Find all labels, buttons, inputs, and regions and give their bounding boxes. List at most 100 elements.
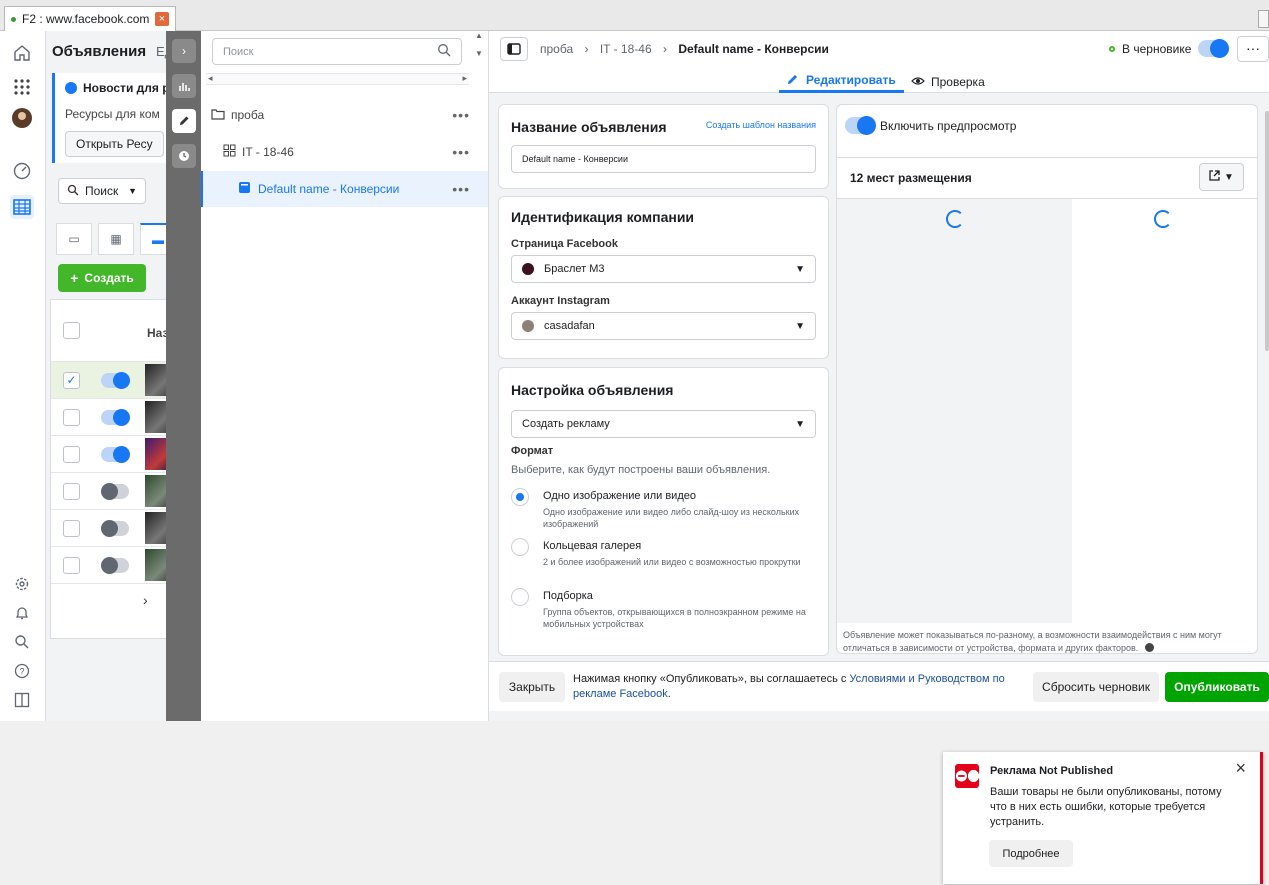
scroll-left-icon[interactable]: ◂ bbox=[208, 73, 213, 84]
left-rail: ? bbox=[0, 31, 46, 721]
open-resources-button[interactable]: Открыть Ресу bbox=[65, 131, 164, 157]
more-icon[interactable]: ••• bbox=[452, 144, 470, 160]
home-icon[interactable] bbox=[10, 41, 34, 65]
chevron-down-icon: ▼ bbox=[795, 263, 805, 275]
breadcrumb-adset[interactable]: IT - 18-46 bbox=[600, 42, 652, 56]
select-all-checkbox[interactable] bbox=[63, 322, 80, 339]
eye-icon bbox=[911, 75, 925, 89]
format-radio-single[interactable] bbox=[511, 488, 529, 506]
ad-thumbnail bbox=[145, 549, 166, 581]
breadcrumb-separator: › bbox=[584, 42, 589, 56]
row-toggle[interactable] bbox=[101, 520, 129, 537]
chart-icon[interactable] bbox=[172, 74, 196, 98]
tab-edit[interactable]: Редактировать bbox=[779, 70, 904, 93]
more-options-button[interactable]: ··· bbox=[1237, 36, 1269, 62]
external-link-icon bbox=[1209, 170, 1220, 184]
breadcrumb-campaign[interactable]: проба bbox=[540, 42, 573, 56]
editor-scrollbar[interactable] bbox=[1265, 111, 1269, 351]
tree-node-adset[interactable]: IT - 18-46 ••• bbox=[201, 134, 488, 170]
tab-adsets[interactable]: ▦ bbox=[98, 223, 134, 255]
close-icon[interactable]: × bbox=[1235, 758, 1246, 779]
table-row[interactable] bbox=[51, 399, 166, 436]
ad-setup-card: Настройка объявления Создать рекламу ▼ Ф… bbox=[498, 367, 829, 656]
row-checkbox[interactable] bbox=[63, 409, 80, 426]
row-checkbox[interactable] bbox=[63, 446, 80, 463]
collapse-icon[interactable]: › bbox=[172, 39, 196, 63]
open-preview-button[interactable]: ▼ bbox=[1199, 163, 1244, 191]
instagram-avatar bbox=[522, 320, 534, 332]
format-radio-carousel[interactable] bbox=[511, 538, 529, 556]
format-option-title[interactable]: Одно изображение или видео bbox=[543, 490, 696, 502]
facebook-page-select[interactable]: Браслет М3 ▼ bbox=[511, 255, 816, 283]
row-toggle[interactable] bbox=[101, 483, 129, 500]
more-icon[interactable]: ••• bbox=[452, 181, 470, 197]
row-checkbox[interactable]: ✓ bbox=[63, 372, 80, 389]
more-icon[interactable]: ••• bbox=[452, 107, 470, 123]
table-row[interactable] bbox=[51, 547, 166, 584]
search-icon[interactable] bbox=[10, 630, 34, 654]
folder-icon bbox=[211, 108, 225, 123]
instagram-account-value: casadafan bbox=[544, 320, 595, 332]
plus-icon: + bbox=[70, 270, 79, 286]
search-icon bbox=[437, 43, 451, 60]
sidebar-icon[interactable] bbox=[10, 688, 34, 712]
row-checkbox[interactable] bbox=[63, 483, 80, 500]
table-row[interactable] bbox=[51, 436, 166, 473]
row-toggle[interactable] bbox=[101, 372, 130, 389]
tree-node-ad[interactable]: Default name - Конверсии ••• bbox=[201, 171, 488, 207]
ad-status-toggle[interactable] bbox=[1198, 39, 1229, 58]
preview-toggle[interactable] bbox=[845, 116, 876, 135]
close-tab-icon[interactable]: × bbox=[155, 12, 169, 26]
learn-more-button[interactable]: Подробнее bbox=[989, 840, 1073, 867]
ads-table: Назв ✓ bbox=[50, 299, 166, 639]
table-row[interactable] bbox=[51, 473, 166, 510]
ad-setup-select[interactable]: Создать рекламу ▼ bbox=[511, 410, 816, 438]
info-icon[interactable] bbox=[1144, 643, 1154, 652]
tab-edit-label: Редактировать bbox=[806, 73, 896, 87]
tree-search-input[interactable]: Поиск bbox=[212, 38, 462, 65]
format-radio-collection[interactable] bbox=[511, 588, 529, 606]
tab-review[interactable]: Проверка bbox=[911, 70, 985, 93]
toggle-panel-button[interactable] bbox=[500, 37, 528, 61]
scroll-right-icon[interactable]: ▸ bbox=[462, 73, 467, 84]
browser-tab[interactable]: F2 : www.facebook.com × bbox=[4, 6, 176, 31]
dashboard-icon[interactable] bbox=[10, 159, 34, 183]
format-option-title[interactable]: Кольцевая галерея bbox=[543, 540, 641, 552]
row-checkbox[interactable] bbox=[63, 557, 80, 574]
help-icon[interactable]: ? bbox=[10, 659, 34, 683]
apps-grid-icon[interactable] bbox=[10, 75, 34, 99]
tab-campaigns[interactable]: ▭ bbox=[56, 223, 92, 255]
gear-icon[interactable] bbox=[10, 572, 34, 596]
row-checkbox[interactable] bbox=[63, 520, 80, 537]
instagram-account-select[interactable]: casadafan ▼ bbox=[511, 312, 816, 340]
row-toggle[interactable] bbox=[101, 446, 130, 463]
clock-icon[interactable] bbox=[172, 144, 196, 168]
table-icon[interactable] bbox=[10, 195, 34, 219]
create-button[interactable]: + Создать bbox=[58, 264, 146, 292]
tree-node-campaign[interactable]: проба ••• bbox=[201, 97, 488, 133]
ad-setup-heading: Настройка объявления bbox=[511, 382, 674, 398]
tab-scroll-button[interactable] bbox=[1258, 10, 1269, 28]
format-option-title[interactable]: Подборка bbox=[543, 590, 593, 602]
format-label: Формат bbox=[511, 445, 554, 457]
ad-name-input[interactable]: Default name - Конверсии bbox=[511, 145, 816, 173]
row-toggle[interactable] bbox=[101, 409, 130, 426]
tab-ads[interactable]: ▬ bbox=[140, 223, 166, 255]
table-row[interactable]: ✓ bbox=[51, 362, 166, 399]
publish-button[interactable]: Опубликовать bbox=[1165, 672, 1269, 702]
row-toggle[interactable] bbox=[101, 557, 129, 574]
search-button[interactable]: Поиск ▼ bbox=[58, 178, 146, 204]
reset-draft-button[interactable]: Сбросить черновик bbox=[1033, 672, 1159, 702]
avatar[interactable] bbox=[10, 106, 34, 130]
tree-horizontal-scrollbar[interactable]: ◂ ▸ bbox=[206, 73, 469, 85]
tree-scroll-arrows[interactable]: ▲ ▼ bbox=[472, 31, 486, 71]
terms-suffix: . bbox=[667, 688, 671, 700]
pencil-icon[interactable] bbox=[172, 109, 196, 133]
bell-icon[interactable] bbox=[10, 601, 34, 625]
preview-panel: Включить предпросмотр 12 мест размещения… bbox=[836, 104, 1258, 654]
close-button[interactable]: Закрыть bbox=[499, 672, 565, 702]
table-row[interactable] bbox=[51, 510, 166, 547]
create-name-template-link[interactable]: Создать шаблон названия bbox=[706, 120, 816, 130]
tree-search-placeholder: Поиск bbox=[223, 45, 254, 58]
chevron-right-icon[interactable]: › bbox=[143, 592, 148, 608]
